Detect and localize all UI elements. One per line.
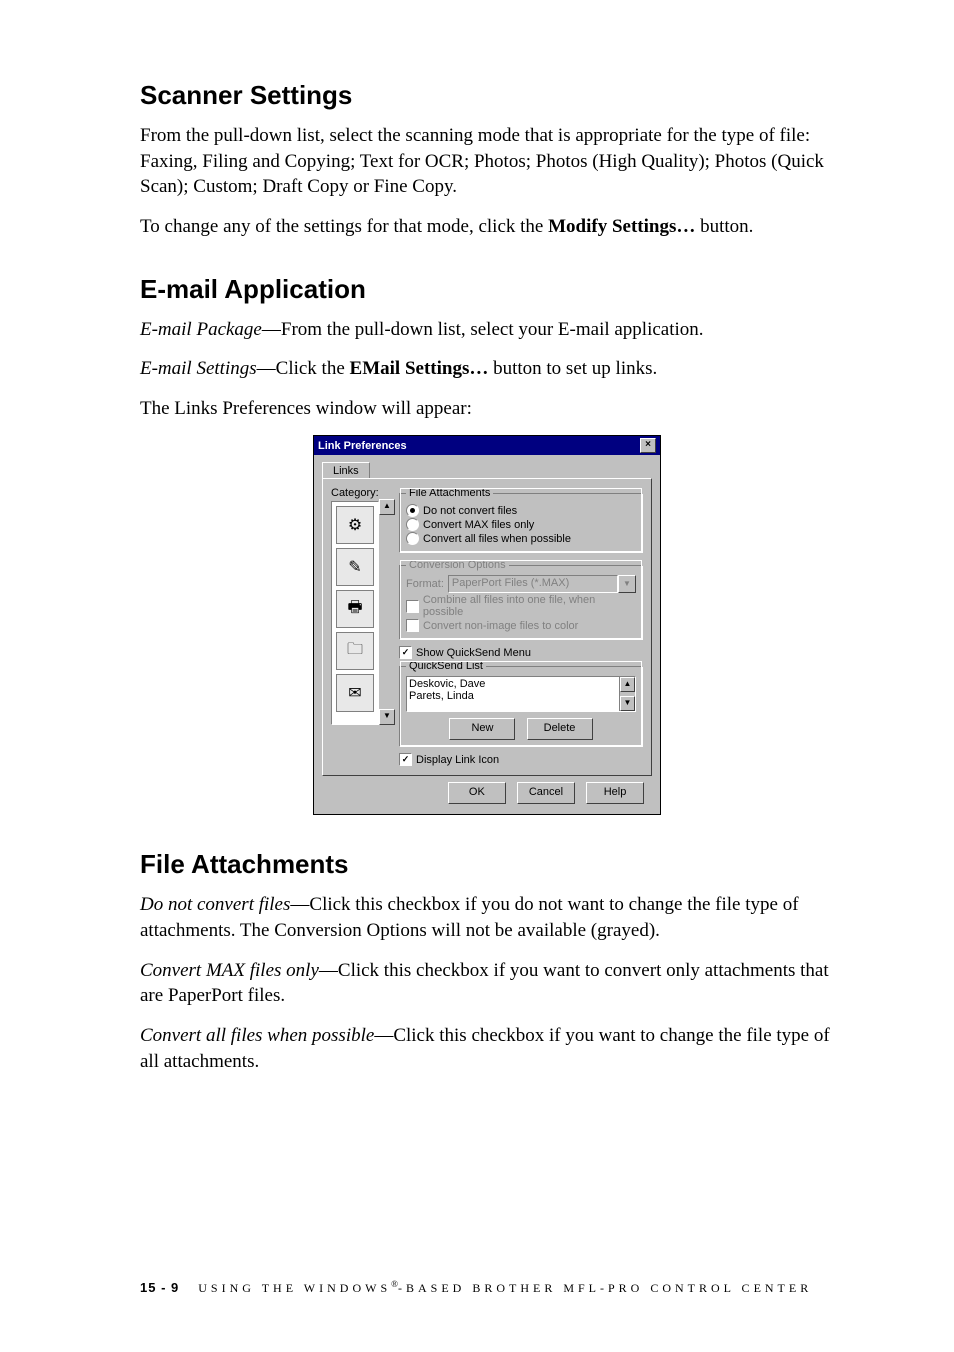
list-item[interactable]: Deskovic, Dave xyxy=(409,678,633,690)
format-label: Format: xyxy=(406,578,444,590)
check-label: Combine all files into one file, when po… xyxy=(423,594,636,618)
para-scanner-2-post: button. xyxy=(695,216,753,237)
registered-mark-icon: ® xyxy=(391,1279,398,1289)
para-fileatt-1: Do not convert files—Click this checkbox… xyxy=(140,892,834,943)
heading-scanner-settings: Scanner Settings xyxy=(140,80,834,111)
settings-column: File Attachments Do not convert files Co… xyxy=(399,487,643,767)
scroll-up-icon[interactable]: ▲ xyxy=(620,677,635,692)
radio-convert-max-only[interactable]: Convert MAX files only xyxy=(406,518,636,531)
email-settings-bold: EMail Settings… xyxy=(350,358,489,379)
modify-settings-bold: Modify Settings… xyxy=(548,216,695,237)
footer-text-post: -BASED BROTHER MFL-PRO CONTROL CENTER xyxy=(398,1281,812,1295)
para-fileatt-3: Convert all files when possible—Click th… xyxy=(140,1023,834,1074)
format-value: PaperPort Files (*.MAX) xyxy=(448,575,618,593)
category-label: Category: xyxy=(331,487,399,499)
para-scanner-2: To change any of the settings for that m… xyxy=(140,214,834,240)
close-icon[interactable]: × xyxy=(640,438,656,453)
em-email-settings: E-mail Settings xyxy=(140,358,257,379)
para-email-2-post: button to set up links. xyxy=(488,358,657,379)
check-label: Convert non-image files to color xyxy=(423,620,578,632)
delete-button[interactable]: Delete xyxy=(527,718,593,740)
dialog-title-text: Link Preferences xyxy=(318,440,407,452)
category-icon[interactable]: 🗀 xyxy=(336,632,374,670)
dialog-titlebar[interactable]: Link Preferences × xyxy=(314,436,660,455)
em-email-package: E-mail Package xyxy=(140,319,262,340)
radio-label: Convert MAX files only xyxy=(423,519,534,531)
check-show-quicksend[interactable]: Show QuickSend Menu xyxy=(399,646,643,659)
para-email-1: E-mail Package—From the pull-down list, … xyxy=(140,317,834,343)
help-button[interactable]: Help xyxy=(586,782,644,804)
para-email-3: The Links Preferences window will appear… xyxy=(140,396,834,422)
category-column: Category: ⚙ ✎ 🖶 🗀 ✉ ▲ ▼ xyxy=(331,487,399,767)
checkbox-icon xyxy=(399,646,412,659)
category-listbox[interactable]: ⚙ ✎ 🖶 🗀 ✉ xyxy=(331,501,379,725)
check-label: Show QuickSend Menu xyxy=(416,647,531,659)
radio-convert-all[interactable]: Convert all files when possible xyxy=(406,532,636,545)
radio-icon xyxy=(406,504,419,517)
tab-links[interactable]: Links xyxy=(322,462,370,479)
legend-conversion-options: Conversion Options xyxy=(406,559,509,571)
quicksend-listbox[interactable]: Deskovic, Dave Parets, Linda ▲ ▼ xyxy=(406,676,636,712)
check-label: Display Link Icon xyxy=(416,754,499,766)
para-email-2-mid: —Click the xyxy=(257,358,350,379)
heading-email-application: E-mail Application xyxy=(140,274,834,305)
para-fileatt-2: Convert MAX files only—Click this checkb… xyxy=(140,958,834,1009)
cancel-button[interactable]: Cancel xyxy=(517,782,575,804)
para-scanner-1: From the pull-down list, select the scan… xyxy=(140,123,834,200)
scroll-down-icon[interactable]: ▼ xyxy=(620,696,635,711)
check-display-link-icon[interactable]: Display Link Icon xyxy=(399,753,643,766)
group-conversion-options: Conversion Options Format: PaperPort Fil… xyxy=(399,559,643,640)
dialog-button-row: OK Cancel Help xyxy=(322,776,652,804)
checkbox-icon xyxy=(406,600,419,613)
group-file-attachments: File Attachments Do not convert files Co… xyxy=(399,487,643,553)
radio-icon xyxy=(406,518,419,531)
legend-file-attachments: File Attachments xyxy=(406,487,493,499)
dialog-body: Links Category: ⚙ ✎ 🖶 🗀 ✉ xyxy=(314,455,660,814)
para-scanner-2-pre: To change any of the settings for that m… xyxy=(140,216,548,237)
em-do-not-convert: Do not convert files xyxy=(140,894,290,915)
check-combine-files: Combine all files into one file, when po… xyxy=(406,594,636,618)
link-preferences-dialog: Link Preferences × Links Category: ⚙ ✎ xyxy=(313,435,661,815)
radio-do-not-convert[interactable]: Do not convert files xyxy=(406,504,636,517)
em-convert-all: Convert all files when possible xyxy=(140,1025,374,1046)
footer-text-pre: USING THE WINDOWS xyxy=(198,1281,391,1295)
group-quicksend-list: QuickSend List Deskovic, Dave Parets, Li… xyxy=(399,660,643,747)
page-number: 15 - 9 xyxy=(140,1280,179,1295)
list-item[interactable]: Parets, Linda xyxy=(409,690,633,702)
page-footer: 15 - 9 USING THE WINDOWS®-BASED BROTHER … xyxy=(140,1279,812,1296)
radio-icon xyxy=(406,532,419,545)
legend-quicksend-list: QuickSend List xyxy=(406,660,486,672)
category-icon[interactable]: ⚙ xyxy=(336,506,374,544)
check-convert-non-image: Convert non-image files to color xyxy=(406,619,636,632)
em-convert-max-only: Convert MAX files only xyxy=(140,960,319,981)
new-button[interactable]: New xyxy=(449,718,515,740)
para-email-2: E-mail Settings—Click the EMail Settings… xyxy=(140,356,834,382)
category-icon[interactable]: ✎ xyxy=(336,548,374,586)
dialog-figure: Link Preferences × Links Category: ⚙ ✎ xyxy=(140,435,834,815)
checkbox-icon xyxy=(406,619,419,632)
radio-label: Do not convert files xyxy=(423,505,517,517)
scroll-up-icon[interactable]: ▲ xyxy=(379,499,395,515)
scroll-down-icon[interactable]: ▼ xyxy=(379,709,395,725)
para-email-1-rest: —From the pull-down list, select your E-… xyxy=(262,319,704,340)
ok-button[interactable]: OK xyxy=(448,782,506,804)
chevron-down-icon: ▼ xyxy=(618,575,636,593)
heading-file-attachments: File Attachments xyxy=(140,849,834,880)
page: Scanner Settings From the pull-down list… xyxy=(0,0,954,1352)
category-icon[interactable]: ✉ xyxy=(336,674,374,712)
tab-panel-links: Category: ⚙ ✎ 🖶 🗀 ✉ ▲ ▼ xyxy=(322,478,652,776)
radio-label: Convert all files when possible xyxy=(423,533,571,545)
checkbox-icon xyxy=(399,753,412,766)
format-dropdown: PaperPort Files (*.MAX) ▼ xyxy=(448,575,636,593)
category-icon[interactable]: 🖶 xyxy=(336,590,374,628)
